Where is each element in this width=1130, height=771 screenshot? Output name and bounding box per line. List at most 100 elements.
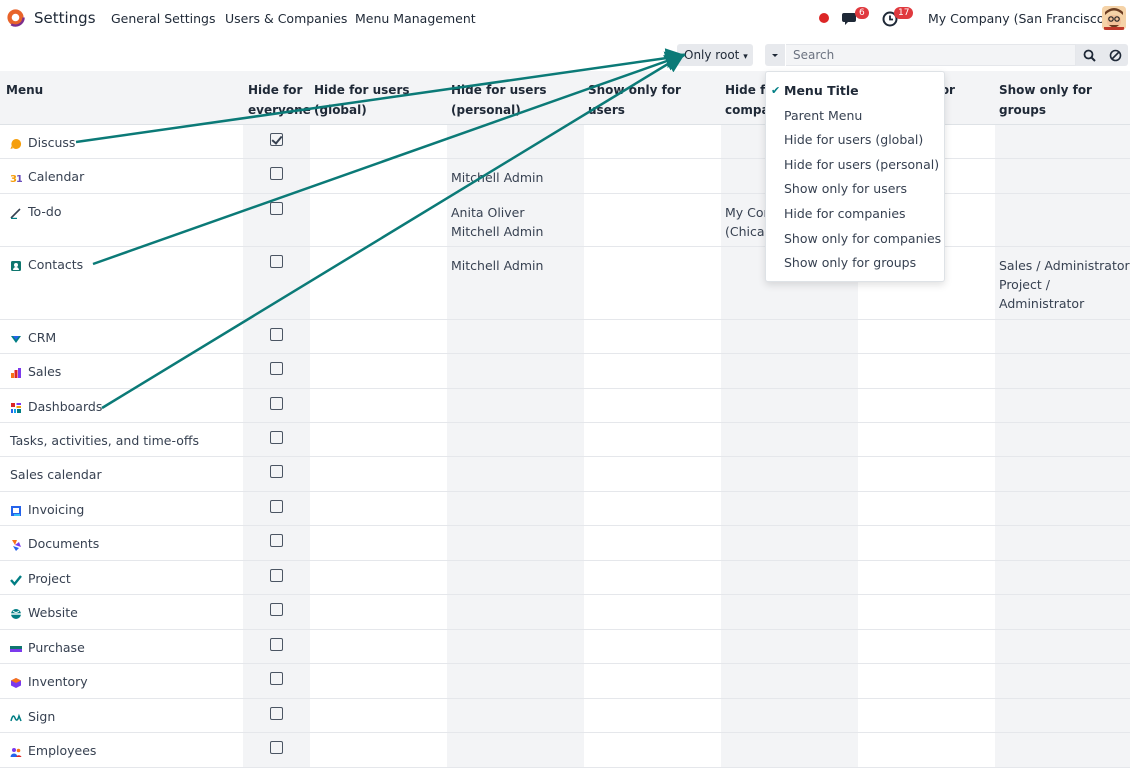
table-row[interactable]: Invoicing <box>0 491 1130 526</box>
cell-show-only-users[interactable] <box>584 456 721 492</box>
checkbox[interactable] <box>270 201 283 215</box>
cell-hide-users-global[interactable] <box>310 319 447 354</box>
cell-show-only-users[interactable] <box>584 246 721 320</box>
cell-show-only-groups[interactable] <box>995 422 1130 457</box>
checkbox[interactable] <box>270 671 283 685</box>
col-header-hide-users-global[interactable]: Hide for users (global) <box>310 71 447 125</box>
cell-menu[interactable]: Sign <box>0 698 243 733</box>
table-row[interactable]: Sales calendar <box>0 456 1130 492</box>
cell-show-only-users[interactable] <box>584 193 721 247</box>
cell-hide-users-global[interactable] <box>310 629 447 664</box>
cell-show-only-users[interactable] <box>584 388 721 423</box>
dropdown-item-hide-users-personal[interactable]: Hide for users (personal) <box>766 153 944 178</box>
cell-menu[interactable]: Project <box>0 560 243 595</box>
cell-show-only-users[interactable] <box>584 319 721 354</box>
company-switcher[interactable]: My Company (San Francisco) <box>928 11 1109 26</box>
cell-hide-users-personal[interactable] <box>447 594 584 630</box>
cell-hide-users-personal[interactable] <box>447 456 584 492</box>
settings-app-icon[interactable] <box>6 8 25 27</box>
cell-show-only-groups[interactable] <box>995 491 1130 526</box>
checkbox[interactable] <box>270 706 283 720</box>
cell-show-only-groups[interactable] <box>995 353 1130 389</box>
cell-hide-users-personal[interactable] <box>447 663 584 699</box>
checkbox[interactable] <box>270 602 283 616</box>
cell-show-only-users[interactable] <box>584 353 721 389</box>
cell-menu[interactable]: 3 1 Calendar <box>0 158 243 194</box>
cell-show-only-companies[interactable] <box>858 594 995 630</box>
cell-hide-users-global[interactable] <box>310 732 447 768</box>
table-row[interactable]: Dashboards <box>0 388 1130 423</box>
clear-search-button[interactable] <box>1102 44 1128 66</box>
cell-show-only-groups[interactable] <box>995 388 1130 423</box>
cell-show-only-users[interactable] <box>584 525 721 561</box>
cell-show-only-companies[interactable] <box>858 629 995 664</box>
dropdown-item-show-only-groups[interactable]: Show only for groups <box>766 251 944 276</box>
cell-hide-users-global[interactable] <box>310 491 447 526</box>
checkbox-checked[interactable] <box>270 132 283 146</box>
table-row[interactable]: Website <box>0 594 1130 630</box>
cell-hide-users-personal[interactable] <box>447 388 584 423</box>
cell-hide-companies[interactable] <box>721 525 858 561</box>
cell-menu[interactable]: CRM <box>0 319 243 354</box>
col-header-show-only-users[interactable]: Show only for users <box>584 71 721 125</box>
cell-show-only-companies[interactable] <box>858 319 995 354</box>
cell-hide-users-personal[interactable]: Mitchell Admin <box>447 158 584 194</box>
dropdown-item-show-only-companies[interactable]: Show only for companies <box>766 227 944 252</box>
dropdown-item-show-only-users[interactable]: Show only for users <box>766 177 944 202</box>
cell-show-only-groups[interactable] <box>995 193 1130 247</box>
cell-hide-users-global[interactable] <box>310 663 447 699</box>
menu-menu-management[interactable]: Menu Management <box>355 11 476 26</box>
cell-show-only-companies[interactable] <box>858 732 995 768</box>
cell-show-only-groups[interactable] <box>995 560 1130 595</box>
checkbox[interactable] <box>270 637 283 651</box>
cell-menu[interactable]: Invoicing <box>0 491 243 526</box>
cell-hide-users-global[interactable] <box>310 353 447 389</box>
cell-hide-companies[interactable] <box>721 491 858 526</box>
cell-show-only-users[interactable] <box>584 158 721 194</box>
status-dot-icon[interactable] <box>819 13 829 23</box>
table-row[interactable]: Purchase <box>0 629 1130 664</box>
cell-show-only-companies[interactable] <box>858 491 995 526</box>
cell-hide-companies[interactable] <box>721 353 858 389</box>
cell-show-only-users[interactable] <box>584 491 721 526</box>
cell-hide-users-global[interactable] <box>310 698 447 733</box>
table-row[interactable]: Sign <box>0 698 1130 733</box>
cell-show-only-groups[interactable] <box>995 456 1130 492</box>
cell-show-only-companies[interactable] <box>858 456 995 492</box>
col-header-show-only-groups[interactable]: Show only for groups <box>995 71 1130 125</box>
cell-show-only-groups[interactable] <box>995 663 1130 699</box>
cell-hide-users-global[interactable] <box>310 422 447 457</box>
cell-hide-companies[interactable] <box>721 422 858 457</box>
cell-show-only-groups[interactable] <box>995 124 1130 159</box>
cell-hide-companies[interactable] <box>721 560 858 595</box>
cell-show-only-companies[interactable] <box>858 422 995 457</box>
cell-menu[interactable]: Inventory <box>0 663 243 699</box>
checkbox[interactable] <box>270 361 283 375</box>
table-row[interactable]: Contacts Mitchell Admin Sales / Administra… <box>0 246 1130 320</box>
table-row[interactable]: Tasks, activities, and time-offs <box>0 422 1130 457</box>
cell-show-only-users[interactable] <box>584 732 721 768</box>
only-root-filter-button[interactable]: Only root ▾ <box>677 44 753 66</box>
cell-show-only-companies[interactable] <box>858 388 995 423</box>
checkbox[interactable] <box>270 254 283 268</box>
menu-users-companies[interactable]: Users & Companies <box>225 11 347 26</box>
cell-hide-users-personal[interactable] <box>447 319 584 354</box>
checkbox[interactable] <box>270 740 283 754</box>
app-title[interactable]: Settings <box>34 9 96 27</box>
cell-menu[interactable]: Discuss <box>0 124 243 159</box>
cell-hide-users-global[interactable] <box>310 525 447 561</box>
table-row[interactable]: To-doAnita OliverMitchell AdminMy Compan… <box>0 193 1130 247</box>
cell-menu[interactable]: Contacts <box>0 246 243 320</box>
cell-menu[interactable]: Tasks, activities, and time-offs <box>0 422 243 457</box>
col-header-hide-everyone[interactable]: Hide for everyone <box>243 71 311 125</box>
cell-menu[interactable]: Sales <box>0 353 243 389</box>
cell-hide-users-personal[interactable] <box>447 422 584 457</box>
table-row[interactable]: 3 1 Calendar Mitchell Admin <box>0 158 1130 194</box>
search-button[interactable] <box>1076 44 1102 66</box>
table-row[interactable]: Discuss <box>0 124 1130 159</box>
cell-hide-users-personal[interactable] <box>447 124 584 159</box>
cell-hide-companies[interactable] <box>721 456 858 492</box>
cell-menu[interactable]: Sales calendar <box>0 456 243 492</box>
cell-hide-users-personal[interactable] <box>447 629 584 664</box>
cell-show-only-users[interactable] <box>584 422 721 457</box>
